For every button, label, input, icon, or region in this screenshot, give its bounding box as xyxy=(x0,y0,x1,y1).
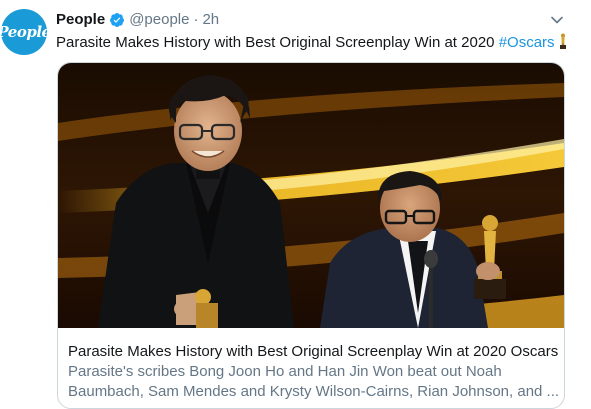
chevron-down-icon[interactable] xyxy=(550,13,564,27)
card-body: Parasite Makes History with Best Origina… xyxy=(68,342,558,402)
card-title[interactable]: Parasite Makes History with Best Origina… xyxy=(68,342,558,362)
tweet-body: Parasite Makes History with Best Origina… xyxy=(56,34,499,51)
account-handle[interactable]: @people xyxy=(129,11,189,28)
separator-dot: · xyxy=(193,11,199,28)
account-name[interactable]: People xyxy=(56,11,105,28)
tweet-text: Parasite Makes History with Best Origina… xyxy=(56,33,568,51)
trophy-emoji-icon xyxy=(559,33,566,49)
link-preview-card[interactable]: Parasite Makes History with Best Origina… xyxy=(57,62,565,409)
card-image[interactable] xyxy=(58,63,564,328)
hashtag-link[interactable]: #Oscars xyxy=(499,34,555,51)
tweet-header: People @people · 2h xyxy=(56,11,219,28)
card-description-line-2: Baumbach, Sam Mendes and Krysty Wilson-C… xyxy=(68,383,558,400)
oscars-photo xyxy=(58,63,564,328)
tweet-timestamp[interactable]: 2h xyxy=(202,11,219,28)
avatar-logo-text: People xyxy=(1,23,47,41)
card-description-line-1: Parasite's scribes Bong Joon Ho and Han … xyxy=(68,363,502,380)
avatar[interactable]: People xyxy=(1,9,47,55)
verified-badge-icon xyxy=(110,12,125,27)
